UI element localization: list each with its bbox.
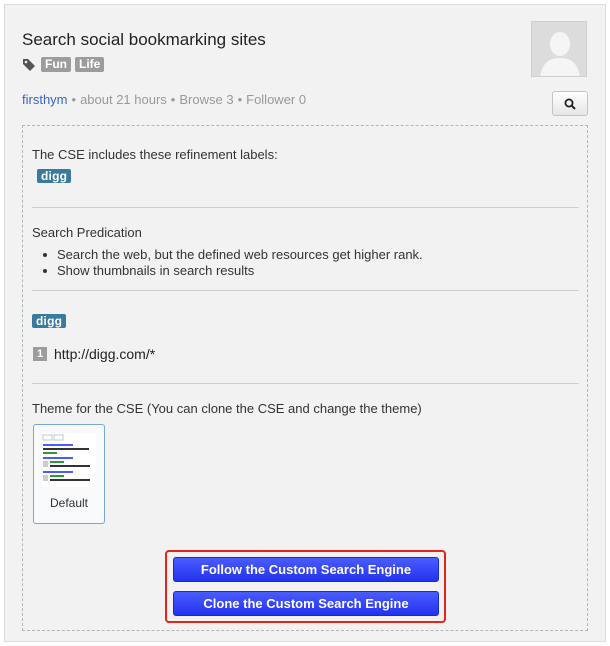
divider [32,290,579,291]
meta-line: firsthym • about 21 hours • Browse 3 • Followe… [22,92,306,107]
avatar[interactable] [531,21,587,77]
divider [32,383,579,384]
refinement-badge-digg[interactable]: digg [37,169,72,183]
theme-name: Default [49,496,89,510]
list-item: Search the web, but the defined web reso… [37,247,423,263]
avatar-silhouette [532,22,586,76]
search-button[interactable] [552,91,588,116]
page-title: Search social bookmarking sites [22,30,266,49]
search-icon [564,98,576,110]
refinement-label: The CSE includes these refinement labels… [32,147,278,162]
posted-time: about 21 hours [80,92,167,107]
tag-fun[interactable]: Fun [41,57,71,72]
clone-button[interactable]: Clone the Custom Search Engine [173,591,439,616]
follower-count: Follower 0 [246,92,307,107]
theme-option-default[interactable]: Default [33,424,105,524]
cse-content-box: The CSE includes these refinement labels… [22,125,588,631]
follow-button[interactable]: Follow the Custom Search Engine [173,557,439,582]
theme-thumbnail [42,433,96,487]
predication-label: Search Predication [32,225,142,240]
separator-dot: • [71,92,77,107]
author-link[interactable]: firsthym [22,92,68,107]
cse-detail-panel: Search social bookmarking sites Fun Life… [4,4,606,642]
browse-count: Browse 3 [179,92,234,107]
theme-label: Theme for the CSE (You can clone the CSE… [32,401,422,416]
list-item: Show thumbnails in search results [37,263,423,279]
resource-badge-digg[interactable]: digg [32,314,67,328]
url-index-badge: 1 [33,347,47,361]
tag-list: Fun Life [22,57,105,72]
tag-life[interactable]: Life [75,57,105,72]
separator-dot: • [237,92,243,107]
separator-dot: • [170,92,176,107]
url-text: http://digg.com/* [54,346,156,362]
divider [32,207,579,208]
predication-list: Search the web, but the defined web reso… [37,247,423,279]
tag-icon [22,58,36,72]
